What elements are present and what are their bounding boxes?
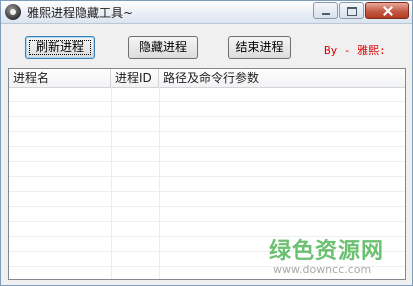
table-row	[9, 207, 405, 222]
column-header-process-id[interactable]: 进程ID	[111, 69, 159, 87]
table-row	[9, 177, 405, 192]
close-button[interactable]	[365, 2, 409, 19]
table-row	[9, 162, 405, 177]
hide-process-button[interactable]: 隐藏进程	[128, 36, 198, 59]
watermark-text: 绿色资源网	[269, 239, 385, 264]
window-title: 雅熙进程隐藏工具~	[27, 6, 134, 20]
refresh-process-button[interactable]: 刷新进程	[25, 36, 95, 59]
table-row	[9, 132, 405, 147]
end-process-button[interactable]: 结束进程	[228, 36, 291, 59]
focus-ring	[29, 40, 91, 55]
title-bar[interactable]: 雅熙进程隐藏工具~	[1, 1, 412, 24]
watermark-url: www.downcc.com	[273, 263, 372, 276]
column-header-process-name[interactable]: 进程名	[9, 69, 111, 87]
table-row	[9, 87, 405, 102]
table-row	[9, 192, 405, 207]
table-row	[9, 147, 405, 162]
app-window: 雅熙进程隐藏工具~ 刷新进程 隐藏进程 结束进程 By - 雅熙: 进程名 进程…	[0, 0, 413, 286]
table-row	[9, 117, 405, 132]
list-header: 进程名 进程ID 路径及命令行参数	[9, 69, 405, 88]
author-label: By - 雅熙:	[324, 44, 386, 57]
maximize-button[interactable]	[339, 2, 364, 19]
app-icon[interactable]	[5, 4, 21, 20]
column-header-path-args[interactable]: 路径及命令行参数	[159, 69, 405, 87]
minimize-button[interactable]	[313, 2, 338, 19]
table-row	[9, 102, 405, 117]
